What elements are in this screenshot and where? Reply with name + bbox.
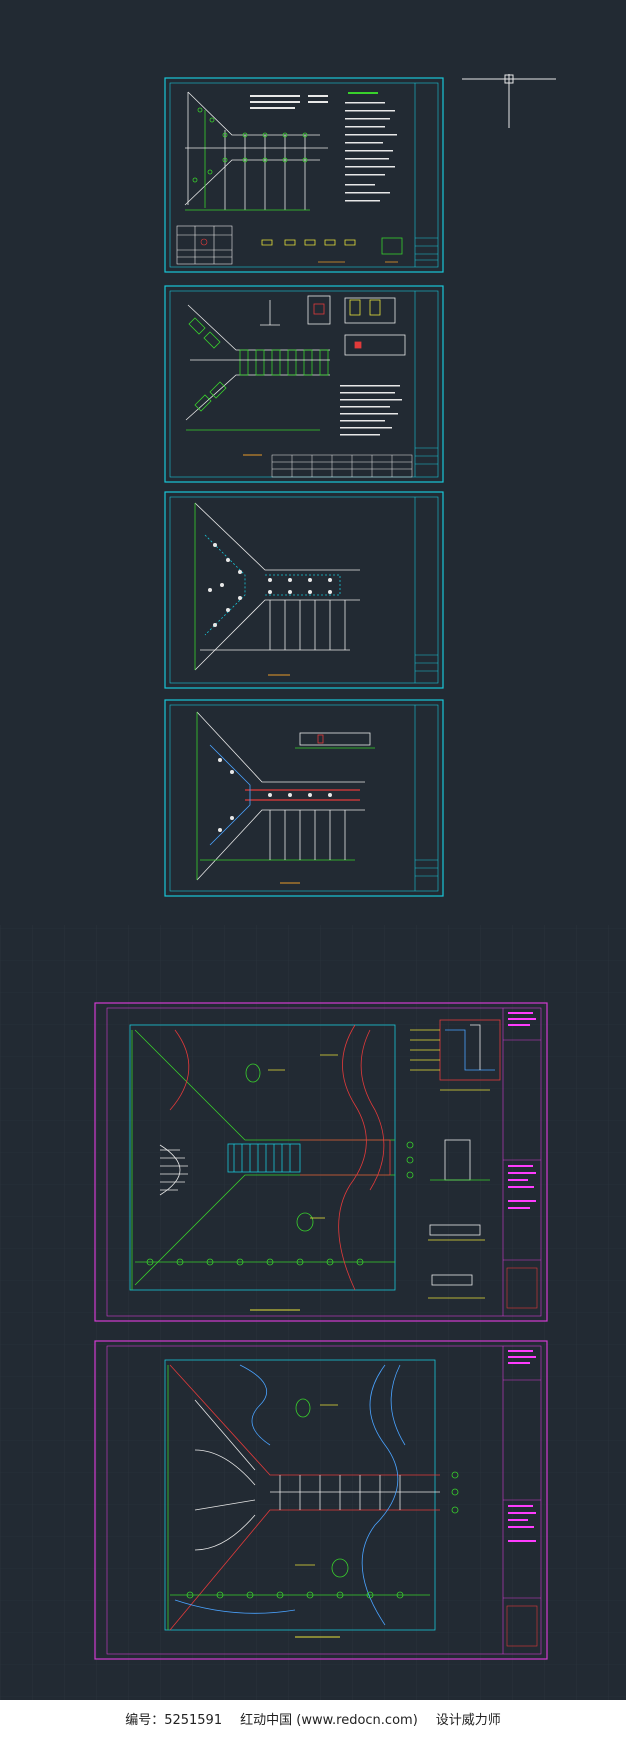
roof-plan-drawing: [196, 711, 375, 881]
image-id-label: 编号：5251591: [125, 1713, 223, 1728]
sheet-1[interactable]: [164, 77, 444, 273]
title-block: [414, 83, 438, 267]
structural-plan-drawing: [184, 91, 328, 211]
site-label[interactable]: 红动中国 (www.redocn.com): [240, 1709, 418, 1728]
model-space-grid: [0, 925, 626, 1700]
notes-text: [250, 92, 397, 202]
watermark-footer: 编号：5251591 红动中国 (www.redocn.com) 设计威力师: [0, 1700, 626, 1737]
framing-plan-drawing: [194, 502, 360, 671]
cad-canvas[interactable]: [0, 0, 626, 1737]
foundation-details: [260, 295, 406, 356]
schedule-table: [271, 454, 413, 478]
crosshair-cursor: [462, 74, 556, 128]
sheet-2[interactable]: [164, 285, 444, 483]
section-detail: [295, 732, 375, 749]
notes-text: [340, 385, 402, 436]
detail-sections: [261, 237, 403, 263]
title-block: [414, 705, 438, 891]
sheet-4[interactable]: [164, 699, 444, 897]
title-block: [414, 291, 438, 477]
title-block: [414, 497, 438, 683]
detail-table: [176, 225, 233, 265]
designer-label: 设计威力师: [435, 1713, 501, 1728]
sheet-3[interactable]: [164, 491, 444, 689]
